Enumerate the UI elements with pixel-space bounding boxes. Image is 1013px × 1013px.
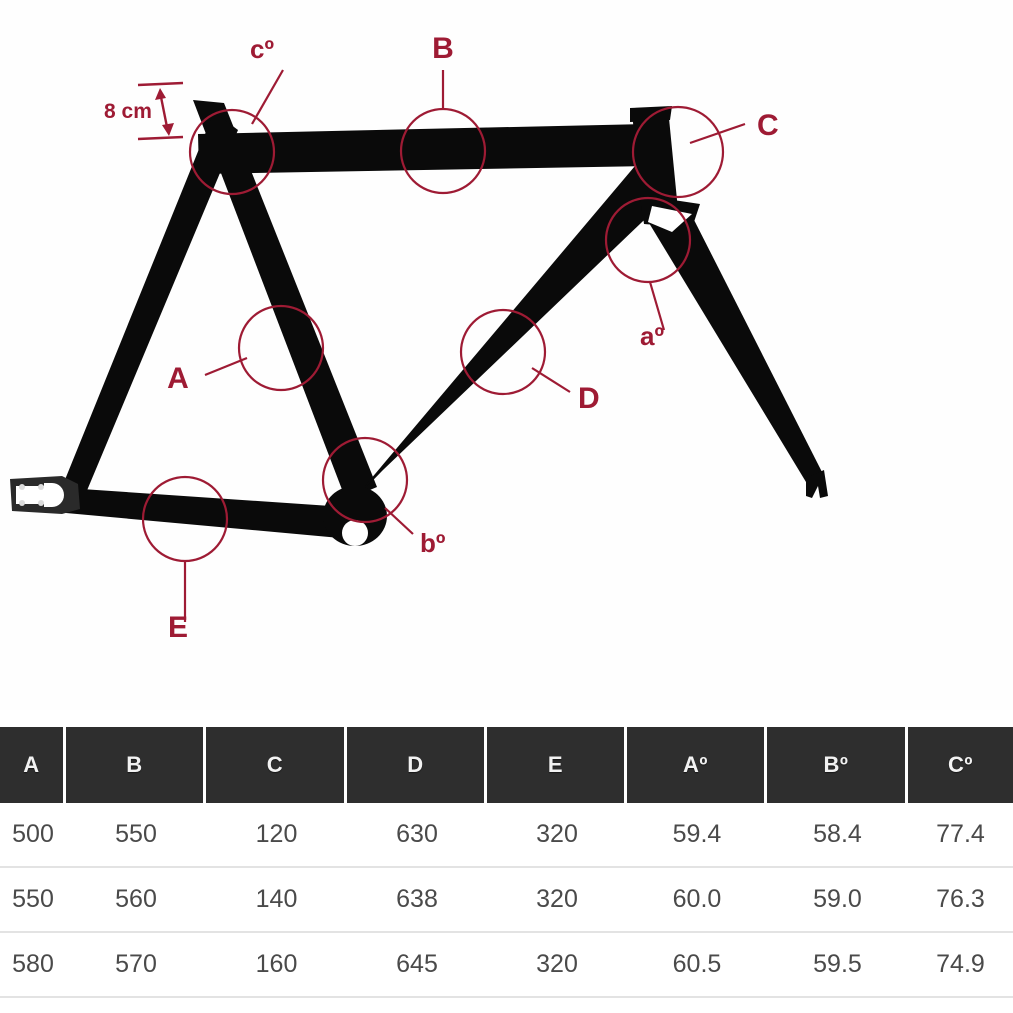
table-row[interactable]: 580 570 160 645 320 60.5 59.5 74.9: [0, 933, 1013, 998]
frame-silhouette: [10, 100, 828, 546]
table-row[interactable]: 500 550 120 630 320 59.4 58.4 77.4: [0, 803, 1013, 868]
column-header-d[interactable]: D: [347, 727, 487, 803]
callout-leader-a: [204, 356, 248, 377]
dropout-bolt-3: [19, 500, 25, 506]
cell-b: 570: [66, 933, 206, 998]
callout-label-a-deg: aº: [640, 321, 664, 351]
cell-c-deg: 74.9: [908, 933, 1013, 998]
callout-leader-c-deg: [251, 69, 284, 125]
callout-label-d: D: [578, 382, 600, 415]
column-header-b-deg[interactable]: Bº: [767, 727, 908, 803]
cell-c: 140: [206, 868, 347, 933]
dim-tick-bottom: [137, 135, 184, 141]
dim-arrowhead-down: [162, 123, 174, 136]
column-header-a-deg[interactable]: Aº: [627, 727, 767, 803]
cell-c-deg: 76.3: [908, 868, 1013, 933]
callout-label-e: E: [168, 611, 188, 644]
cell-e: 320: [487, 933, 627, 998]
callout-leader-b-deg: [384, 507, 414, 535]
cell-e: 320: [487, 803, 627, 868]
callout-leader-d: [531, 367, 571, 393]
cell-d: 630: [347, 803, 487, 868]
chain-stay: [52, 487, 362, 540]
table-header-row: A B C D E Aº Bº Cº: [0, 727, 1013, 803]
cell-a-deg: 60.0: [627, 868, 767, 933]
cell-b-deg: 59.5: [767, 933, 908, 998]
callout-label-c: C: [757, 109, 779, 142]
dim-tick-top: [137, 81, 184, 87]
cell-a: 580: [0, 933, 66, 998]
fork-blade: [646, 212, 822, 482]
geometry-table: A B C D E Aº Bº Cº 500 550 120 630 320 5…: [0, 727, 1013, 998]
column-header-c-deg[interactable]: Cº: [908, 727, 1013, 803]
column-header-e[interactable]: E: [487, 727, 627, 803]
frame-diagram-svg: 8 cm cº B C aº A D bº E: [10, 32, 828, 644]
bottom-bracket-hole: [342, 520, 368, 546]
table-body: 500 550 120 630 320 59.4 58.4 77.4 550 5…: [0, 803, 1013, 998]
cell-d: 645: [347, 933, 487, 998]
dropout-bolt-4: [38, 500, 44, 506]
geometry-table-container: A B C D E Aº Bº Cº 500 550 120 630 320 5…: [0, 727, 1013, 998]
cell-e: 320: [487, 868, 627, 933]
column-header-a[interactable]: A: [0, 727, 66, 803]
column-header-c[interactable]: C: [206, 727, 347, 803]
cell-b-deg: 58.4: [767, 803, 908, 868]
top-tube: [198, 124, 648, 174]
callout-label-a: A: [167, 362, 189, 395]
callout-leader-c: [689, 122, 746, 145]
cell-a-deg: 59.4: [627, 803, 767, 868]
callout-label-b: B: [432, 32, 454, 65]
dimension-8cm-label: 8 cm: [104, 100, 152, 123]
table-header: A B C D E Aº Bº Cº: [0, 727, 1013, 803]
cell-c: 120: [206, 803, 347, 868]
frame-diagram: 8 cm cº B C aº A D bº E: [0, 0, 1013, 710]
dropout-bolt-2: [38, 484, 44, 490]
dim-arrowhead-up: [155, 88, 166, 100]
dropout-bolt-1: [19, 484, 25, 490]
cell-a: 500: [0, 803, 66, 868]
cell-d: 638: [347, 868, 487, 933]
callout-label-c-deg: cº: [250, 34, 274, 64]
column-header-b[interactable]: B: [66, 727, 206, 803]
cell-a-deg: 60.5: [627, 933, 767, 998]
cell-b: 560: [66, 868, 206, 933]
page-root: 8 cm cº B C aº A D bº E A B C D E Aº Bº …: [0, 0, 1013, 1013]
cell-c: 160: [206, 933, 347, 998]
cell-c-deg: 77.4: [908, 803, 1013, 868]
cell-a: 550: [0, 868, 66, 933]
cell-b: 550: [66, 803, 206, 868]
table-row[interactable]: 550 560 140 638 320 60.0 59.0 76.3: [0, 868, 1013, 933]
cell-b-deg: 59.0: [767, 868, 908, 933]
callout-label-b-deg: bº: [420, 528, 446, 558]
